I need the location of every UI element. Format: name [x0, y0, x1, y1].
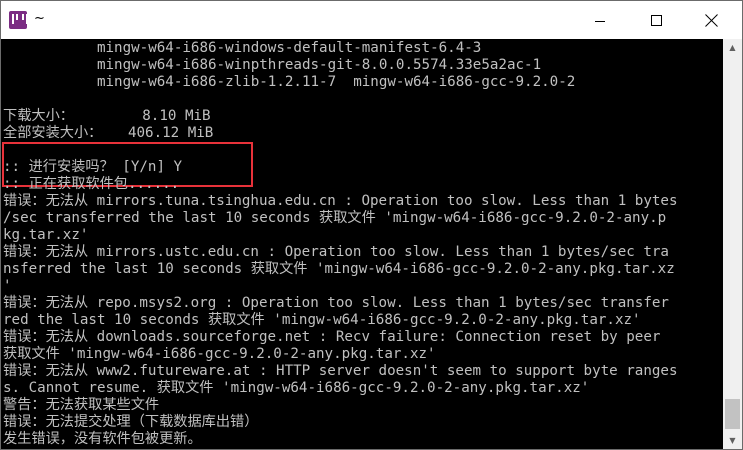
close-button[interactable] — [688, 1, 734, 39]
console-line: 错误：无法从 repo.msys2.org : Operation too sl… — [3, 295, 669, 311]
maximize-icon — [650, 14, 662, 26]
console-line: mingw-w64-i686-winpthreads-git-8.0.0.557… — [3, 57, 542, 73]
console-line: ' — [3, 278, 12, 294]
scroll-up-arrow-icon[interactable]: ▲ — [723, 39, 742, 56]
vertical-scrollbar[interactable]: ▲ ▼ — [723, 39, 742, 449]
console-line: s. Cannot resume. 获取文件 'mingw-w64-i686-g… — [3, 380, 590, 396]
console-line: 错误：无法提交处理（下载数据库出错） — [3, 414, 259, 430]
console-line: red the last 10 seconds 获取文件 'mingw-w64-… — [3, 312, 641, 328]
console-output[interactable]: mingw-w64-i686-windows-default-manifest-… — [2, 39, 723, 449]
console-line: /sec transferred the last 10 seconds 获取文… — [3, 210, 667, 226]
console-line: 全部安装大小： 406.12 MiB — [3, 125, 214, 141]
console-line: 获取文件 'mingw-w64-i686-gcc-9.2.0-2-any.pkg… — [3, 346, 436, 362]
console-line: 错误：无法从 www2.futureware.at : HTTP server … — [3, 363, 678, 379]
title-bar[interactable]: ~ — [1, 1, 742, 39]
console-line: :: 正在获取软件包...... — [3, 176, 180, 192]
console-line: 发生错误，没有软件包被更新。 — [3, 431, 202, 447]
console-line: 警告：无法获取某些文件 — [3, 397, 160, 413]
console-line: 错误：无法从 mirrors.ustc.edu.cn : Operation t… — [3, 244, 669, 260]
scrollbar-thumb[interactable] — [725, 399, 740, 429]
maximize-button[interactable] — [633, 1, 679, 39]
minimize-icon — [595, 20, 605, 22]
console-line: 下载大小： 8.10 MiB — [3, 108, 211, 124]
console-line: kg.tar.xz' — [3, 227, 89, 243]
console-line: 错误：无法从 downloads.sourceforge.net : Recv … — [3, 329, 661, 345]
console-line: nsferred the last 10 seconds 获取文件 'mingw… — [3, 261, 675, 277]
console-line: mingw-w64-i686-windows-default-manifest-… — [3, 40, 482, 56]
window-title: ~ — [34, 11, 45, 26]
terminal-window: ~ mingw-w64-i686-windows-default-manifes… — [0, 0, 743, 450]
console-line: :: 进行安装吗？ [Y/n] Y — [3, 159, 183, 175]
console-line: 错误：无法从 mirrors.tuna.tsinghua.edu.cn : Op… — [3, 193, 678, 209]
close-icon — [705, 14, 718, 27]
msys2-icon[interactable] — [9, 11, 28, 29]
console-line: mingw-w64-i686-zlib-1.2.11-7 mingw-w64-i… — [3, 74, 576, 90]
minimize-button[interactable] — [577, 1, 623, 39]
scroll-down-arrow-icon[interactable]: ▼ — [723, 432, 742, 449]
